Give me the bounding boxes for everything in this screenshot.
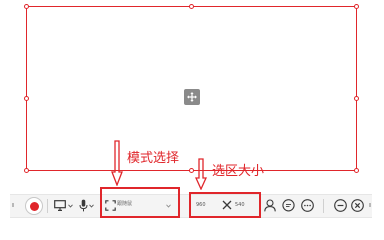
person-icon[interactable] — [264, 199, 276, 212]
monitor-icon[interactable] — [54, 200, 66, 211]
toolbar-edge-right — [369, 203, 371, 207]
close-icon[interactable] — [351, 199, 364, 212]
mode-dropdown-icon[interactable] — [166, 204, 171, 208]
monitor-dropdown-icon[interactable] — [68, 204, 73, 208]
resize-handle-bottom-left[interactable] — [24, 168, 29, 173]
minimize-icon[interactable] — [334, 199, 347, 212]
mode-annotation-label: 模式选择 — [127, 151, 180, 166]
mode-select[interactable]: 跟随鼠 — [117, 202, 132, 207]
microphone-dropdown-icon[interactable] — [89, 204, 94, 208]
toolbar-edge-left — [12, 203, 14, 207]
fullscreen-icon[interactable] — [105, 200, 116, 211]
recorder-stage: 模式选择 选区大小 跟随鼠 960 540 — [0, 0, 384, 223]
mode-arrow-icon — [111, 140, 123, 186]
toolbar-divider — [47, 199, 48, 213]
width-input[interactable]: 960 — [196, 203, 206, 208]
microphone-icon[interactable] — [79, 199, 88, 212]
size-arrow-icon — [195, 158, 207, 190]
record-icon — [29, 201, 39, 211]
resize-handle-top-right[interactable] — [354, 4, 359, 9]
record-button[interactable] — [25, 197, 43, 215]
more-icon[interactable] — [301, 199, 314, 212]
resize-handle-bottom-right[interactable] — [354, 168, 359, 173]
height-input[interactable]: 540 — [235, 203, 245, 208]
link-icon[interactable] — [222, 200, 232, 210]
resize-handle-bottom[interactable] — [189, 168, 194, 173]
resize-handle-right[interactable] — [354, 96, 359, 101]
chat-icon[interactable] — [282, 199, 295, 212]
resize-handle-left[interactable] — [24, 96, 29, 101]
move-icon[interactable] — [184, 89, 200, 105]
toolbar-divider-right — [323, 199, 324, 213]
resize-handle-top-left[interactable] — [24, 4, 29, 9]
size-annotation-label: 选区大小 — [212, 164, 265, 179]
resize-handle-top[interactable] — [189, 4, 194, 9]
